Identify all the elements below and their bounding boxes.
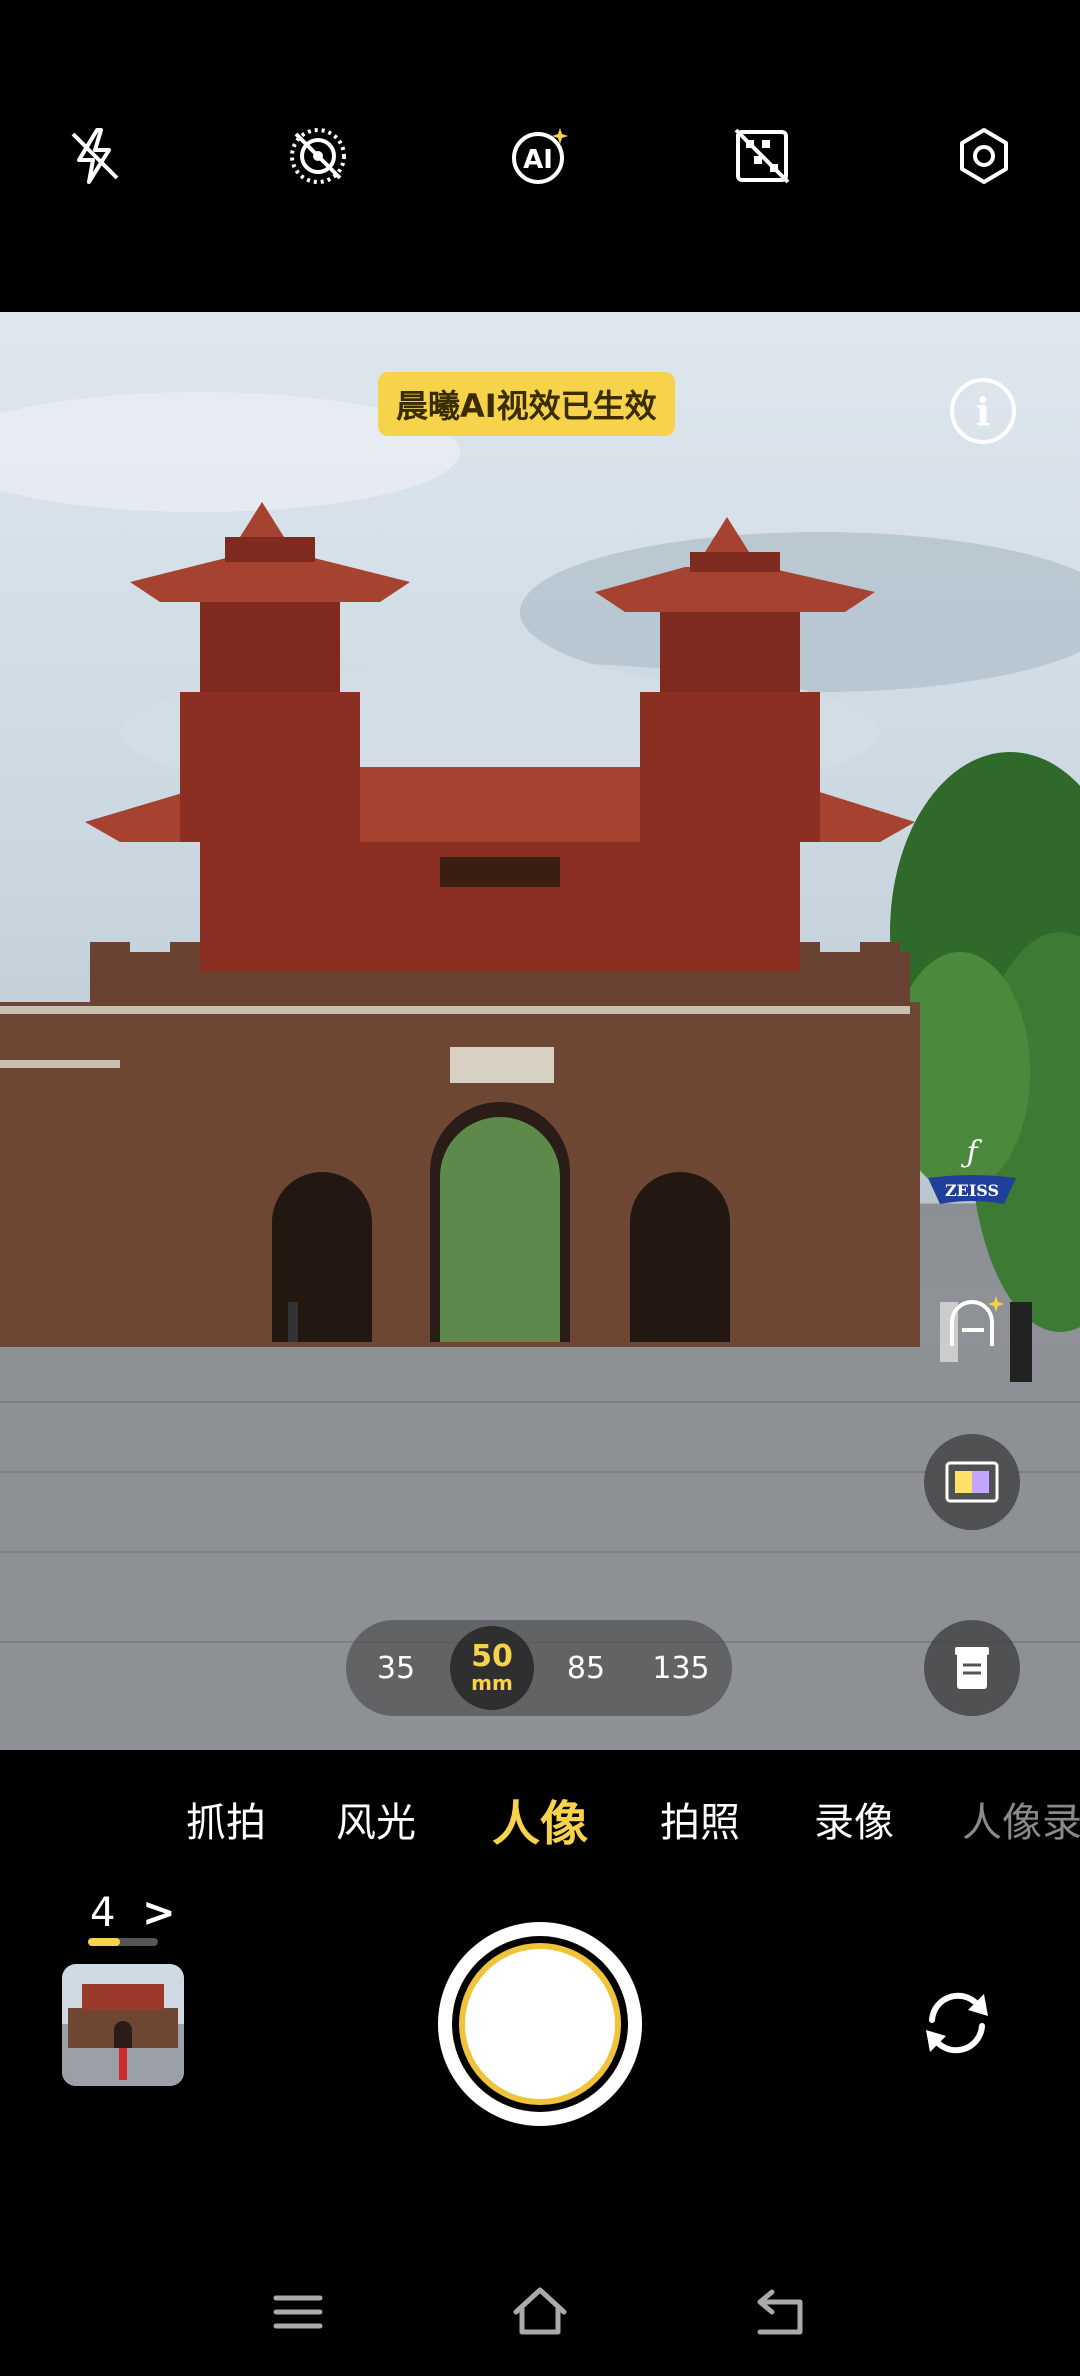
viewfinder-scene xyxy=(0,392,1080,1750)
capture-count[interactable]: 4 > xyxy=(90,1890,176,1936)
focal-50-selected[interactable]: 50 mm xyxy=(450,1626,534,1710)
home-icon[interactable] xyxy=(510,2282,570,2342)
ai-icon[interactable]: AI xyxy=(504,120,576,192)
mode-landscape[interactable]: 风光 xyxy=(336,1790,416,1848)
shutter-button[interactable] xyxy=(438,1922,642,2126)
focal-35[interactable]: 35 xyxy=(356,1620,436,1716)
filter-off-icon[interactable] xyxy=(726,120,798,192)
film-filter-button[interactable] xyxy=(924,1434,1020,1530)
focal-unit: mm xyxy=(471,1671,513,1695)
zeiss-aperture-button[interactable]: ƒ ZEISS xyxy=(924,1132,1020,1212)
mode-portrait-video[interactable]: 人像录 xyxy=(962,1790,1080,1848)
capture-count-value: 4 xyxy=(90,1890,116,1936)
focal-85[interactable]: 85 xyxy=(546,1620,626,1716)
mode-video[interactable]: 录像 xyxy=(814,1790,894,1848)
lens-icon xyxy=(955,1647,989,1689)
lens-button[interactable] xyxy=(924,1620,1020,1716)
menu-icon[interactable] xyxy=(268,2282,328,2342)
back-icon[interactable] xyxy=(750,2282,810,2342)
film-icon xyxy=(945,1461,999,1503)
mode-portrait-active[interactable]: 人像 xyxy=(492,1784,588,1854)
top-bar: AI xyxy=(0,0,1080,312)
flash-off-icon[interactable] xyxy=(59,120,131,192)
gallery-thumbnail[interactable] xyxy=(62,1964,184,2086)
bottom-controls: 4 > xyxy=(0,1890,1080,2376)
aperture-f-glyph: ƒ xyxy=(960,1135,982,1170)
live-photo-off-icon[interactable] xyxy=(282,120,354,192)
ai-effect-badge: 晨曦AI视效已生效 xyxy=(378,372,675,436)
camera-viewfinder[interactable]: 晨曦AI视效已生效 i ƒ ZEISS 35 50 mm 85 135 xyxy=(0,312,1080,1750)
settings-icon[interactable] xyxy=(948,120,1020,192)
mode-selector: 抓拍 风光 人像 拍照 录像 人像录 xyxy=(0,1750,1080,1890)
mode-photo[interactable]: 拍照 xyxy=(660,1790,740,1848)
focal-135[interactable]: 135 xyxy=(636,1620,726,1716)
capture-progress-bar xyxy=(88,1938,158,1946)
mode-snapshot[interactable]: 抓拍 xyxy=(186,1790,266,1848)
focal-length-selector: 35 50 mm 85 135 xyxy=(346,1620,732,1716)
switch-camera-icon[interactable] xyxy=(914,1980,1000,2066)
chevron-right-icon: > xyxy=(142,1890,176,1936)
portrait-ai-icon[interactable] xyxy=(938,1292,1008,1362)
info-icon[interactable]: i xyxy=(950,378,1016,444)
svg-text:AI: AI xyxy=(523,145,553,175)
focal-50-value: 50 xyxy=(471,1639,513,1674)
zeiss-logo: ZEISS xyxy=(945,1181,999,1200)
